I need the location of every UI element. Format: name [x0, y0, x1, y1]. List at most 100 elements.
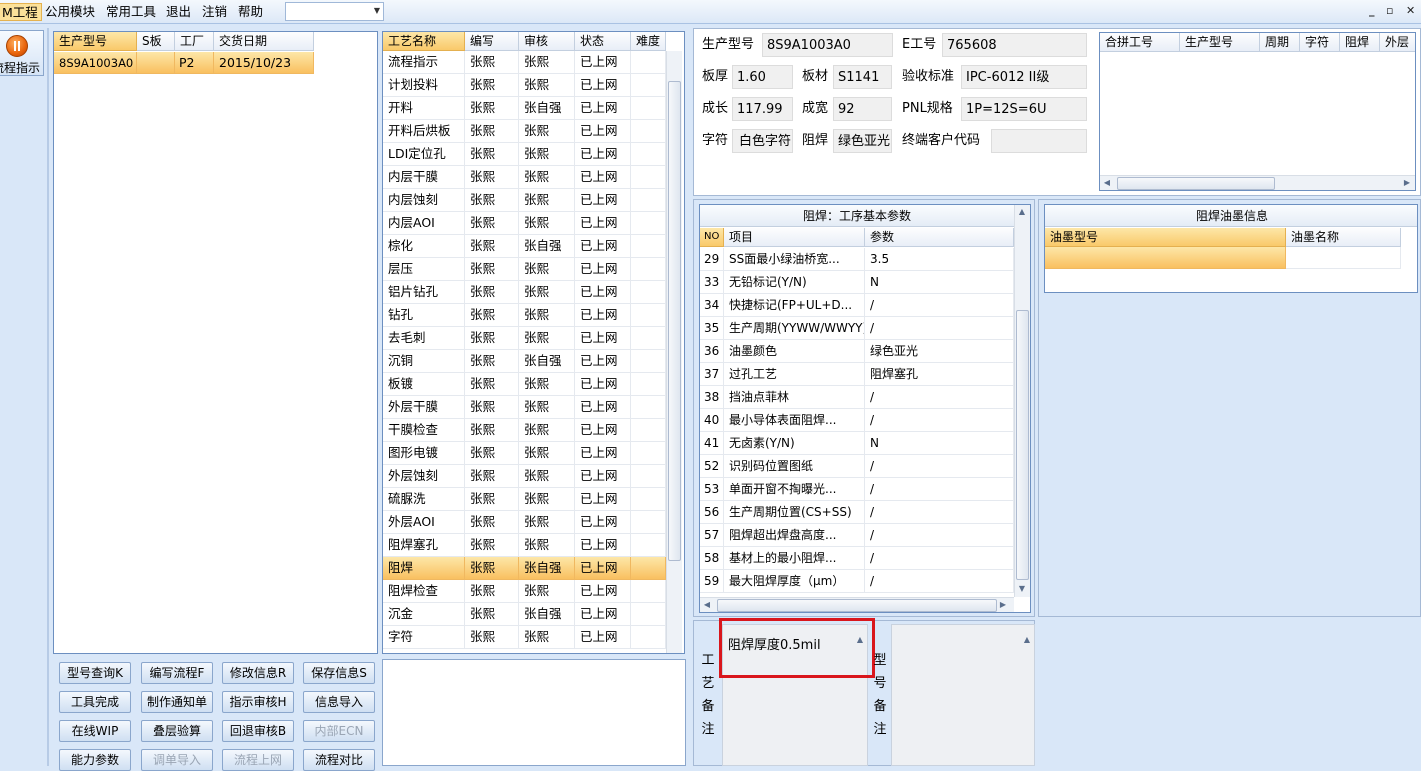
action-button[interactable]: 内部ECN: [303, 720, 375, 742]
mask-field[interactable]: 绿色亚光: [833, 129, 892, 153]
material-field[interactable]: S1141: [833, 65, 892, 89]
action-button[interactable]: 保存信息S: [303, 662, 375, 684]
menu-common-tools[interactable]: 常用工具: [103, 3, 159, 21]
eno-field[interactable]: 765608: [942, 33, 1087, 57]
customer-code-field[interactable]: [991, 129, 1087, 153]
params-header-no[interactable]: NO: [700, 228, 724, 247]
width-field[interactable]: 92: [833, 97, 892, 121]
action-button[interactable]: 回退审核B: [222, 720, 294, 742]
param-cell: 最小导体表面阻焊...: [724, 409, 865, 432]
process-cell: 已上网: [575, 580, 631, 603]
menu-help[interactable]: 帮助: [235, 3, 266, 21]
process-cell: 已上网: [575, 327, 631, 350]
action-button[interactable]: 流程上网: [222, 749, 294, 771]
process-cell: [631, 488, 666, 511]
ink-header-model[interactable]: 油墨型号: [1045, 228, 1286, 247]
action-button[interactable]: 修改信息R: [222, 662, 294, 684]
action-button[interactable]: 指示审核H: [222, 691, 294, 713]
process-cell: [631, 189, 666, 212]
scroll-up-icon[interactable]: ▲: [1015, 207, 1029, 216]
params-header-value[interactable]: 参数: [865, 228, 1014, 247]
merge-header[interactable]: 阻焊: [1340, 33, 1380, 52]
scroll-down-icon[interactable]: ▼: [1015, 584, 1029, 593]
scroll-up-icon[interactable]: ▲: [1020, 635, 1034, 644]
process-cell: 已上网: [575, 396, 631, 419]
param-cell: 29: [700, 248, 724, 271]
process-cell: 阻焊: [383, 557, 465, 580]
process-cell: 张熙: [519, 304, 575, 327]
action-button[interactable]: 调单导入: [141, 749, 213, 771]
scroll-left-icon[interactable]: ◀: [700, 600, 714, 609]
merge-scrollbar[interactable]: ◀ ▶: [1100, 175, 1415, 190]
action-button[interactable]: 型号查询K: [59, 662, 131, 684]
action-button[interactable]: 编写流程F: [141, 662, 213, 684]
process-cell: [631, 74, 666, 97]
ink-title: 阻焊油墨信息: [1045, 205, 1417, 227]
param-cell: /: [865, 501, 1014, 524]
action-button[interactable]: 流程对比: [303, 749, 375, 771]
param-cell: 35: [700, 317, 724, 340]
close-button[interactable]: ✕: [1406, 4, 1415, 17]
scroll-right-icon[interactable]: ▶: [1400, 178, 1414, 187]
action-button[interactable]: 在线WIP: [59, 720, 131, 742]
orders-header-s[interactable]: S板: [137, 32, 175, 51]
process-cell: 张熙: [519, 511, 575, 534]
process-cell: 张熙: [519, 51, 575, 74]
length-field[interactable]: 117.99: [732, 97, 793, 121]
action-button[interactable]: 工具完成: [59, 691, 131, 713]
params-vscrollbar[interactable]: ▲ ▼: [1014, 205, 1030, 597]
process-header[interactable]: 难度: [631, 32, 666, 51]
param-cell: 41: [700, 432, 724, 455]
standard-field[interactable]: IPC-6012 II级: [961, 65, 1087, 89]
merge-header[interactable]: 生产型号: [1180, 33, 1260, 52]
menu-logout[interactable]: 注销: [199, 3, 230, 21]
standard-label: 验收标准: [902, 69, 955, 84]
menu-common-modules[interactable]: 公用模块: [42, 3, 98, 21]
restore-button[interactable]: ▫: [1386, 4, 1393, 17]
length-label: 成长: [702, 101, 729, 116]
model-field[interactable]: 8S9A1003A0: [762, 33, 893, 57]
process-cell: [631, 281, 666, 304]
message-box[interactable]: [382, 659, 686, 766]
orders-header-date[interactable]: 交货日期: [214, 32, 314, 51]
params-hscrollbar[interactable]: ◀ ▶: [700, 597, 1014, 612]
orders-header-model[interactable]: 生产型号: [54, 32, 137, 51]
process-cell: 张熙: [465, 396, 519, 419]
process-cell: 内层干膜: [383, 166, 465, 189]
action-button[interactable]: 叠层验算: [141, 720, 213, 742]
model-remark-textarea[interactable]: ▲: [891, 624, 1035, 766]
orders-header-factory[interactable]: 工厂: [175, 32, 214, 51]
scroll-left-icon[interactable]: ◀: [1100, 178, 1114, 187]
sidebar-flow-button[interactable]: 流程指示: [0, 30, 44, 76]
process-scrollbar[interactable]: [666, 51, 682, 653]
params-header-item[interactable]: 项目: [724, 228, 865, 247]
process-header[interactable]: 审核: [519, 32, 575, 51]
pnl-field[interactable]: 1P=12S=6U: [961, 97, 1087, 121]
character-field[interactable]: 白色字符: [732, 129, 793, 153]
minimize-button[interactable]: _: [1369, 4, 1375, 17]
thickness-field[interactable]: 1.60: [732, 65, 793, 89]
menu-project[interactable]: M工程: [0, 3, 42, 21]
merge-header[interactable]: 外层: [1380, 33, 1415, 52]
process-header[interactable]: 工艺名称: [383, 32, 465, 51]
action-button[interactable]: 能力参数: [59, 749, 131, 771]
chevron-down-icon: ▼: [373, 6, 380, 15]
scroll-right-icon[interactable]: ▶: [996, 600, 1010, 609]
process-cell: 干膜检查: [383, 419, 465, 442]
ink-model-cell: [1045, 247, 1286, 269]
action-button[interactable]: 制作通知单: [141, 691, 213, 713]
merge-header[interactable]: 合拼工号: [1100, 33, 1180, 52]
process-cell: 张熙: [519, 327, 575, 350]
merge-header[interactable]: 字符: [1300, 33, 1340, 52]
action-button[interactable]: 信息导入: [303, 691, 375, 713]
process-cell: 外层蚀刻: [383, 465, 465, 488]
ink-header-name[interactable]: 油墨名称: [1286, 228, 1401, 247]
process-cell: [631, 304, 666, 327]
process-header[interactable]: 状态: [575, 32, 631, 51]
menu-combo-box[interactable]: ▼: [285, 2, 384, 21]
menu-exit[interactable]: 退出: [163, 3, 194, 21]
process-cell: 字符: [383, 626, 465, 649]
merge-header[interactable]: 周期: [1260, 33, 1300, 52]
process-cell: 已上网: [575, 258, 631, 281]
process-header[interactable]: 编写: [465, 32, 519, 51]
